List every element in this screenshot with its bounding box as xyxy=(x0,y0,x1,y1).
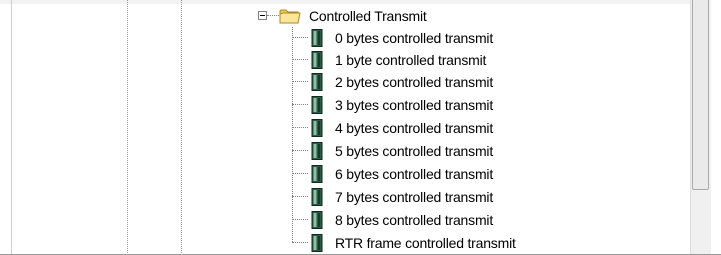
tree-connector xyxy=(292,219,308,220)
tree-connector xyxy=(292,242,308,243)
tree-item[interactable]: 0 bytes controlled transmit xyxy=(0,27,690,49)
can-message-icon xyxy=(311,73,323,91)
tree-item-label: 8 bytes controlled transmit xyxy=(335,212,494,228)
tree-connector xyxy=(292,127,308,128)
tree-item[interactable]: 8 bytes controlled transmit xyxy=(0,209,690,231)
tree-node-label: Controlled Transmit xyxy=(309,8,427,24)
tree-item[interactable]: 3 bytes controlled transmit xyxy=(0,94,690,116)
can-message-icon xyxy=(311,96,323,114)
can-message-icon xyxy=(311,29,323,47)
can-message-icon xyxy=(311,142,323,160)
scrollbar-thumb[interactable] xyxy=(692,0,709,190)
can-message-icon xyxy=(311,51,323,69)
tree-connector xyxy=(292,37,308,38)
tree-item-label: 4 bytes controlled transmit xyxy=(335,120,494,136)
can-message-icon xyxy=(311,188,323,206)
tree-node-controlled-transmit[interactable]: Controlled Transmit xyxy=(0,5,690,27)
tree-connector xyxy=(292,81,308,82)
tree-connector xyxy=(292,104,308,105)
folder-open-icon xyxy=(279,9,301,24)
tree-item-label: 0 bytes controlled transmit xyxy=(335,30,494,46)
tree-item[interactable]: 2 bytes controlled transmit xyxy=(0,71,690,93)
tree-connector xyxy=(292,150,308,151)
tree-item[interactable]: 6 bytes controlled transmit xyxy=(0,163,690,185)
tree-item-label: 7 bytes controlled transmit xyxy=(335,189,494,205)
tree-item-label: 1 byte controlled transmit xyxy=(335,52,487,68)
tree-view: Controlled Transmit 0 bytes controlled t… xyxy=(0,0,690,255)
tree-item[interactable]: 5 bytes controlled transmit xyxy=(0,140,690,162)
tree-item-label: 6 bytes controlled transmit xyxy=(335,166,494,182)
tree-item-label: 3 bytes controlled transmit xyxy=(335,97,494,113)
tree-item[interactable]: 7 bytes controlled transmit xyxy=(0,186,690,208)
tree-item[interactable]: 1 byte controlled transmit xyxy=(0,49,690,71)
tree-item-label: RTR frame controlled transmit xyxy=(335,235,516,251)
tree-connector xyxy=(292,196,308,197)
tree-item[interactable]: RTR frame controlled transmit xyxy=(0,232,690,254)
tree-connector xyxy=(267,15,279,16)
tree-item[interactable]: 4 bytes controlled transmit xyxy=(0,117,690,139)
tree-view-window: Controlled Transmit 0 bytes controlled t… xyxy=(0,0,721,255)
tree-connector xyxy=(292,173,308,174)
can-message-icon xyxy=(311,165,323,183)
tree-item-label: 2 bytes controlled transmit xyxy=(335,74,494,90)
can-message-icon xyxy=(311,234,323,252)
tree-item-label: 5 bytes controlled transmit xyxy=(335,143,494,159)
collapse-toggle-icon[interactable] xyxy=(258,11,267,20)
window-edge xyxy=(711,0,721,255)
can-message-icon xyxy=(311,211,323,229)
tree-connector xyxy=(292,59,308,60)
can-message-icon xyxy=(311,119,323,137)
